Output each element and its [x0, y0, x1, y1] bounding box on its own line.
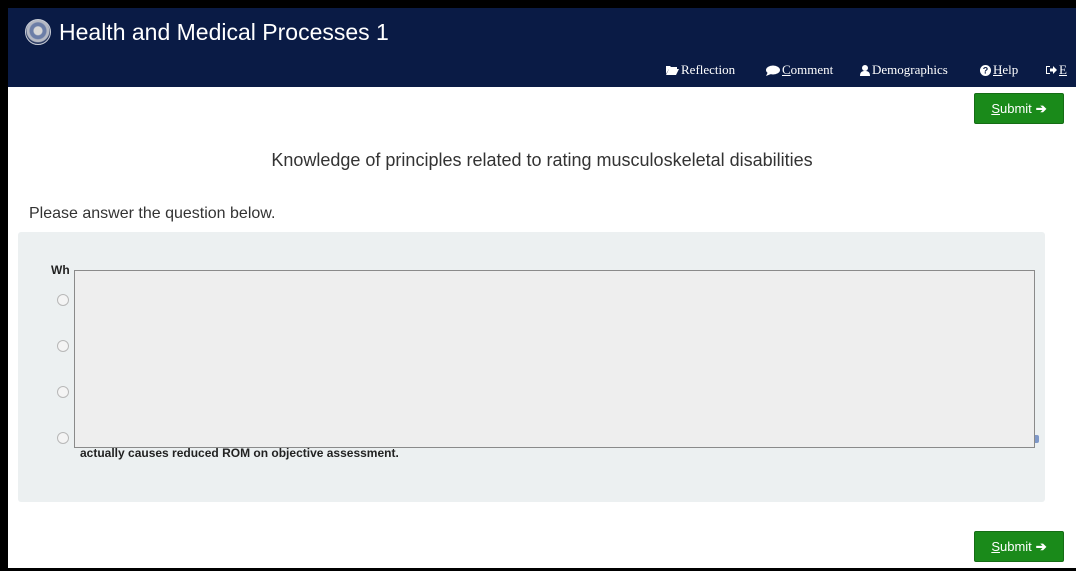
- nav-exit[interactable]: E: [1046, 62, 1067, 78]
- nav-help[interactable]: ? Help: [980, 62, 1018, 78]
- brand: Health and Medical Processes 1: [25, 19, 389, 45]
- nav-comment-accesskey: C: [782, 62, 791, 77]
- nav-reflection[interactable]: Reflection: [666, 62, 735, 78]
- top-nav: Reflection Comment Demographics ? Help E: [8, 62, 1076, 80]
- submit-button-bottom[interactable]: Submit ➔: [974, 531, 1064, 562]
- user-icon: [860, 64, 870, 76]
- exit-icon: [1046, 66, 1057, 74]
- nav-help-accesskey: H: [993, 62, 1003, 77]
- submit-accesskey: S: [991, 101, 1000, 116]
- va-seal-icon: [25, 19, 51, 45]
- question-circle-icon: ?: [980, 64, 991, 76]
- answer-radio-4[interactable]: [57, 432, 69, 444]
- nav-demographics-label: Demographics: [872, 62, 948, 77]
- page-heading: Knowledge of principles related to ratin…: [271, 150, 813, 170]
- nav-exit-label: E: [1059, 62, 1067, 77]
- nav-reflection-label: Reflection: [681, 62, 736, 77]
- answer-radio-3[interactable]: [57, 386, 69, 398]
- nav-comment[interactable]: Comment: [766, 62, 833, 78]
- instruction-text: Please answer the question below.: [29, 205, 276, 222]
- app-header: Health and Medical Processes 1 Reflectio…: [8, 8, 1076, 87]
- svg-text:?: ?: [983, 65, 989, 75]
- nav-comment-label-rest: omment: [790, 62, 834, 77]
- submit-button-top[interactable]: Submit ➔: [974, 93, 1064, 124]
- answer-option-4-text: actually causes reduced ROM on objective…: [80, 446, 399, 460]
- arrow-right-icon: ➔: [1035, 538, 1047, 554]
- folder-open-icon: [666, 66, 679, 75]
- comment-icon: [766, 65, 780, 76]
- window-border-left: [0, 0, 8, 571]
- submit-label-rest-bottom: ubmit: [999, 539, 1032, 554]
- arrow-right-icon: ➔: [1035, 100, 1047, 116]
- nav-demographics[interactable]: Demographics: [860, 62, 948, 78]
- occluding-overlay: [74, 270, 1035, 448]
- submit-accesskey-bottom: S: [991, 539, 1000, 554]
- app-title: Health and Medical Processes 1: [59, 19, 389, 45]
- answer-radio-2[interactable]: [57, 340, 69, 352]
- nav-help-label-rest: elp: [1002, 62, 1019, 77]
- answer-radio-1[interactable]: [57, 294, 69, 306]
- submit-label-rest: ubmit: [999, 101, 1032, 116]
- window-border-top: [0, 0, 1076, 8]
